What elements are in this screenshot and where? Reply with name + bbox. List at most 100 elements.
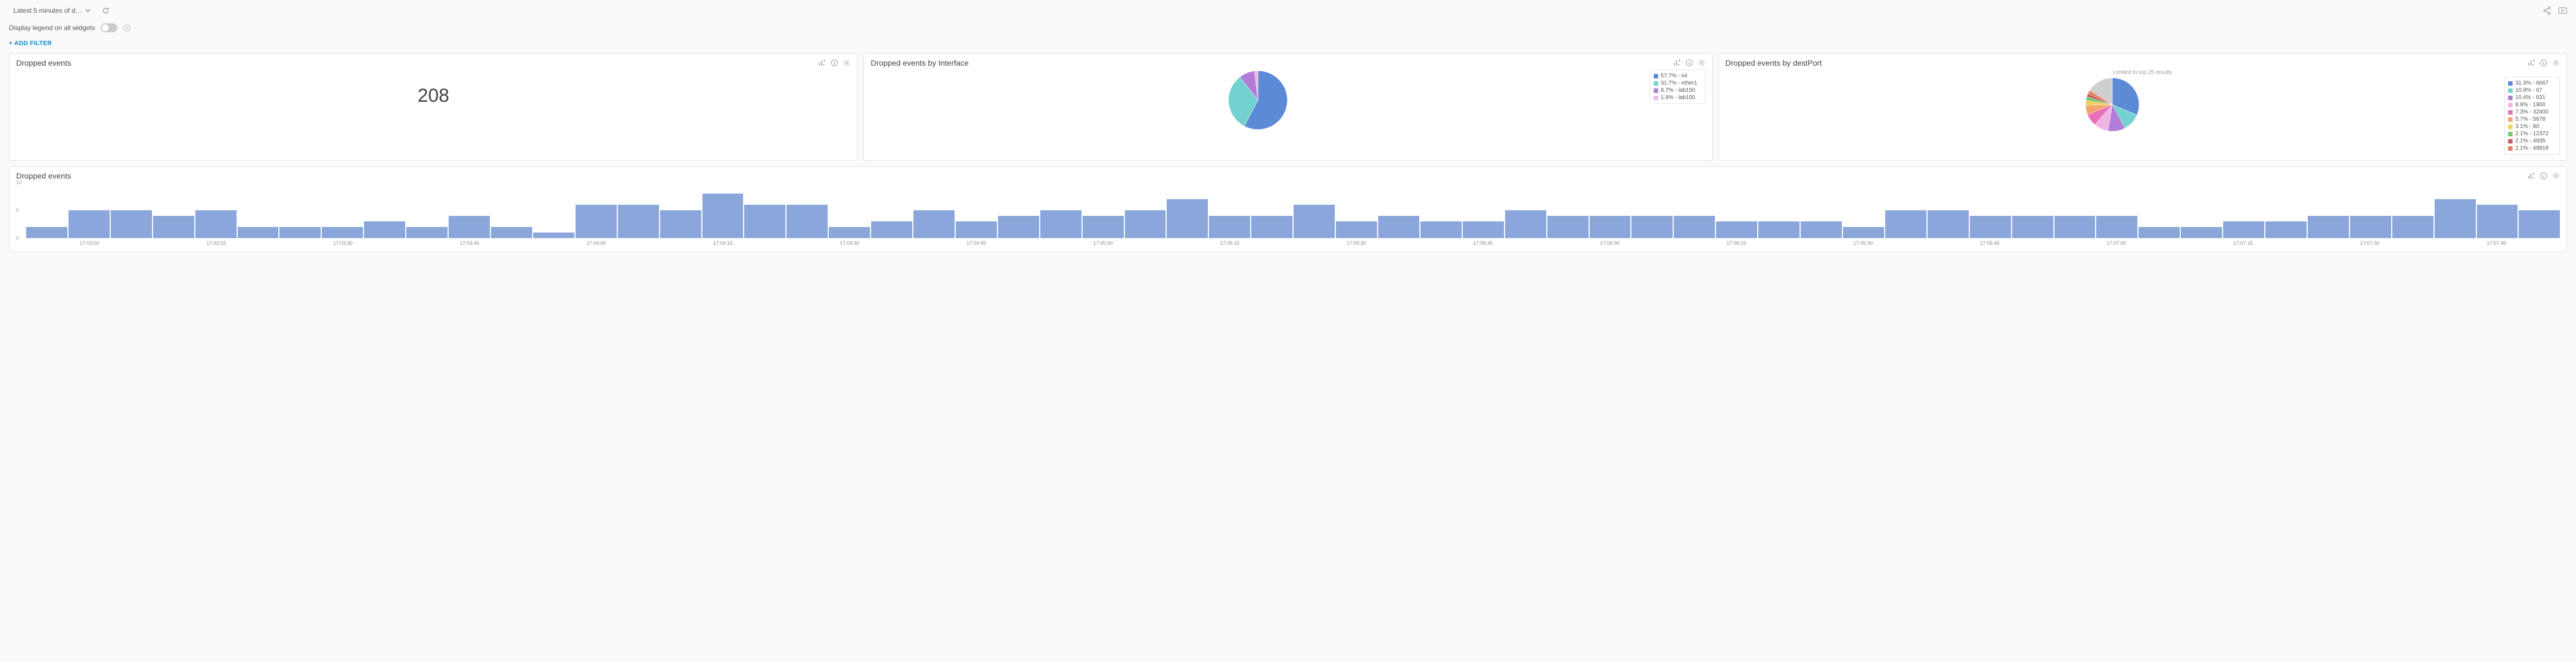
bar[interactable]: [2350, 216, 2391, 238]
widget-header: Dropped events: [16, 58, 851, 67]
bar[interactable]: [238, 227, 279, 238]
add-filter-row: + ADD FILTER: [0, 37, 2576, 53]
present-icon[interactable]: [2558, 6, 2567, 15]
legend-label: 10.9% - 67: [2515, 87, 2542, 93]
bar[interactable]: [2096, 216, 2137, 238]
widget-icons: [2528, 59, 2560, 67]
bar[interactable]: [1885, 210, 1926, 238]
legend-item[interactable]: 1.9% - lab100: [1654, 94, 1702, 101]
bar[interactable]: [1083, 216, 1124, 238]
bar[interactable]: [744, 205, 785, 238]
x-tick: 17:06:30: [1800, 240, 1926, 246]
bar[interactable]: [2477, 205, 2518, 238]
legend-item[interactable]: 8.7% - lab150: [1654, 87, 1702, 94]
legend-label: 2.1% - 12372: [2515, 131, 2549, 137]
time-range-dropdown[interactable]: Latest 5 minutes of d…: [9, 4, 95, 17]
bar[interactable]: [1040, 210, 1081, 238]
info-icon[interactable]: [123, 24, 131, 32]
bar[interactable]: [1251, 216, 1292, 238]
gear-icon[interactable]: [2552, 59, 2560, 67]
bar[interactable]: [1590, 216, 1631, 238]
bar[interactable]: [279, 227, 321, 238]
bar[interactable]: [1505, 210, 1546, 238]
bar[interactable]: [1801, 221, 1842, 238]
chart-settings-icon[interactable]: [2528, 59, 2535, 67]
bar[interactable]: [1758, 221, 1800, 238]
gear-icon[interactable]: [1698, 59, 1705, 67]
bar[interactable]: [533, 233, 574, 238]
legend-item[interactable]: 2.1% - 49819: [2508, 145, 2556, 152]
bar[interactable]: [702, 194, 744, 238]
legend-item[interactable]: 2.1% - 4935: [2508, 137, 2556, 145]
bar[interactable]: [1843, 227, 1884, 238]
info-icon[interactable]: [1685, 59, 1693, 67]
bar[interactable]: [2308, 216, 2349, 238]
bar[interactable]: [2139, 227, 2180, 238]
bar[interactable]: [2223, 221, 2264, 238]
legend-item[interactable]: 10.9% - 67: [2508, 87, 2556, 94]
bar[interactable]: [786, 205, 828, 238]
bar[interactable]: [1547, 216, 1589, 238]
bar[interactable]: [364, 221, 405, 238]
bar[interactable]: [829, 227, 870, 238]
bar[interactable]: [2012, 216, 2053, 238]
refresh-icon[interactable]: [102, 7, 110, 14]
legend-item[interactable]: 57.7% - iot: [1654, 72, 1702, 80]
share-icon[interactable]: [2543, 6, 2552, 15]
bar[interactable]: [153, 216, 194, 238]
bar[interactable]: [491, 227, 532, 238]
bar[interactable]: [406, 227, 448, 238]
bar[interactable]: [1125, 210, 1166, 238]
bar[interactable]: [111, 210, 152, 238]
bar[interactable]: [1294, 205, 1335, 238]
bar[interactable]: [1631, 216, 1673, 238]
legend-item[interactable]: 5.7% - 5678: [2508, 116, 2556, 123]
info-icon[interactable]: [2540, 59, 2548, 67]
bar[interactable]: [1970, 216, 2011, 238]
chart-settings-icon[interactable]: [818, 59, 826, 67]
bar[interactable]: [1463, 221, 1504, 238]
legend-item[interactable]: 7.3% - 32400: [2508, 108, 2556, 116]
bar[interactable]: [1378, 216, 1419, 238]
legend-item[interactable]: 8.9% - 1900: [2508, 101, 2556, 108]
gear-icon[interactable]: [843, 59, 851, 67]
bar[interactable]: [1716, 221, 1757, 238]
legend-item[interactable]: 31.7% - ether1: [1654, 80, 1702, 87]
bar[interactable]: [1420, 221, 1462, 238]
bar[interactable]: [1928, 210, 1969, 238]
gear-icon[interactable]: [2552, 172, 2560, 180]
bar[interactable]: [1674, 216, 1715, 238]
bar[interactable]: [2392, 216, 2434, 238]
bar[interactable]: [871, 221, 912, 238]
bar[interactable]: [913, 210, 955, 238]
add-filter-button[interactable]: + ADD FILTER: [9, 40, 52, 47]
bar[interactable]: [322, 227, 363, 238]
legend-label: 3.1% - 80: [2515, 123, 2539, 130]
bar[interactable]: [2181, 227, 2222, 238]
chart-settings-icon[interactable]: [1673, 59, 1681, 67]
legend-item[interactable]: 2.1% - 12372: [2508, 130, 2556, 137]
bar[interactable]: [2054, 216, 2096, 238]
bar[interactable]: [998, 216, 1039, 238]
info-icon[interactable]: [2540, 172, 2548, 180]
bar[interactable]: [660, 210, 701, 238]
bar[interactable]: [68, 210, 110, 238]
bar[interactable]: [2519, 210, 2560, 238]
legend-toggle[interactable]: [101, 23, 117, 32]
bar[interactable]: [1336, 221, 1377, 238]
bar[interactable]: [576, 205, 617, 238]
chart-settings-icon[interactable]: [2528, 172, 2535, 180]
bar[interactable]: [618, 205, 659, 238]
bar[interactable]: [2265, 221, 2307, 238]
legend-item[interactable]: 3.1% - 80: [2508, 123, 2556, 130]
bar[interactable]: [2435, 199, 2476, 238]
legend-item[interactable]: 10.4% - 631: [2508, 94, 2556, 101]
bar[interactable]: [1209, 216, 1250, 238]
bar[interactable]: [195, 210, 237, 238]
bar[interactable]: [1167, 199, 1208, 238]
legend-item[interactable]: 31.3% - 6667: [2508, 80, 2556, 87]
info-icon[interactable]: [830, 59, 838, 67]
bar[interactable]: [956, 221, 997, 238]
bar[interactable]: [26, 227, 67, 238]
bar[interactable]: [449, 216, 490, 238]
